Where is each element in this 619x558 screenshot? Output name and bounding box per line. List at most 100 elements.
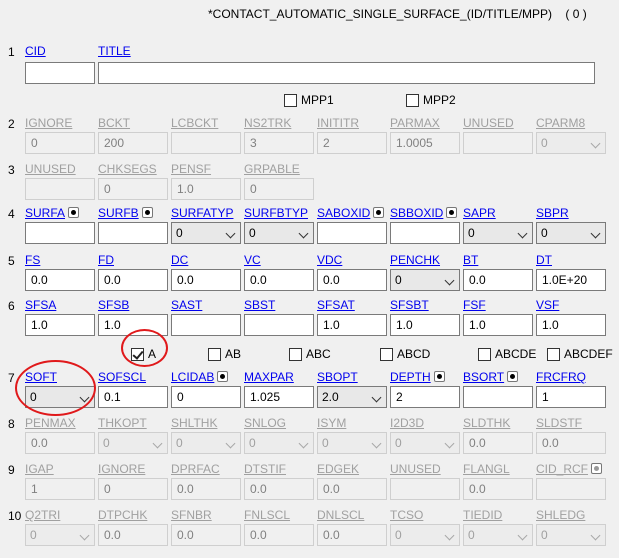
vdc-input[interactable]: 0.0	[317, 269, 387, 291]
chevron-down-icon	[298, 228, 309, 239]
label-sapr[interactable]: SAPR	[463, 206, 496, 220]
label-sast[interactable]: SAST	[171, 298, 202, 312]
label-bt[interactable]: BT	[463, 253, 478, 267]
dc-input[interactable]: 0.0	[171, 269, 241, 291]
label-saboxid[interactable]: SABOXID	[317, 206, 385, 220]
sfsa-input[interactable]: 1.0	[25, 314, 95, 336]
pick-icon[interactable]	[141, 207, 153, 218]
checkbox-box[interactable]	[547, 347, 560, 361]
fd-input[interactable]: 0.0	[98, 269, 168, 291]
soft-select[interactable]: 0	[25, 386, 95, 408]
checkbox-box[interactable]	[208, 347, 221, 361]
surfbtyp-select[interactable]: 0	[244, 222, 314, 244]
label-sbopt[interactable]: SBOPT	[317, 370, 358, 384]
frcfrq-input[interactable]: 1	[536, 386, 606, 408]
checkbox-box[interactable]	[478, 347, 491, 361]
label-text-shlthk: SHLTHK	[171, 416, 218, 430]
label-sfsat[interactable]: SFSAT	[317, 298, 355, 312]
checkbox-mpp1[interactable]: MPP1	[284, 93, 334, 107]
label-vdc[interactable]: VDC	[317, 253, 342, 267]
saboxid-input[interactable]	[317, 222, 387, 244]
fsf-input[interactable]: 1.0	[463, 314, 533, 336]
label-text-penchk: PENCHK	[390, 253, 441, 267]
checkbox-abcde[interactable]: ABCDE	[478, 347, 536, 361]
depth-input[interactable]: 2	[390, 386, 460, 408]
sbpr-select[interactable]: 0	[536, 222, 606, 244]
checkbox-abc[interactable]: ABC	[289, 347, 331, 361]
sofscl-input[interactable]: 0.1	[98, 386, 168, 408]
label-sofscl[interactable]: SOFSCL	[98, 370, 146, 384]
label-text-soft: SOFT	[25, 370, 57, 384]
sbst-input[interactable]	[244, 314, 314, 336]
label-title[interactable]: TITLE	[98, 44, 131, 58]
label-surfb[interactable]: SURFB	[98, 206, 153, 220]
sapr-select[interactable]: 0	[463, 222, 533, 244]
pick-icon[interactable]	[446, 207, 458, 218]
label-edgek: EDGEK	[317, 462, 359, 476]
label-cid[interactable]: CID	[25, 44, 46, 58]
label-vc[interactable]: VC	[244, 253, 261, 267]
label-sfsbt[interactable]: SFSBT	[390, 298, 429, 312]
penchk-select[interactable]: 0	[390, 269, 460, 291]
label-chksegs: CHKSEGS	[98, 162, 157, 176]
label-frcfrq[interactable]: FRCFRQ	[536, 370, 586, 384]
label-sbboxid[interactable]: SBBOXID	[390, 206, 458, 220]
pick-icon[interactable]	[507, 371, 519, 382]
sfsb-input[interactable]: 1.0	[98, 314, 168, 336]
checkbox-a[interactable]: A	[131, 347, 156, 361]
label-soft[interactable]: SOFT	[25, 370, 57, 384]
title-input[interactable]	[98, 62, 595, 84]
label-text-sast: SAST	[171, 298, 203, 312]
checkbox-abcd[interactable]: ABCD	[380, 347, 430, 361]
label-vsf[interactable]: VSF	[536, 298, 559, 312]
surfatyp-select[interactable]: 0	[171, 222, 241, 244]
label-depth[interactable]: DEPTH	[390, 370, 445, 384]
sast-input[interactable]	[171, 314, 241, 336]
label-fd[interactable]: FD	[98, 253, 114, 267]
checkbox-abcdef[interactable]: ABCDEF	[547, 347, 613, 361]
lcidab-input[interactable]: 0	[171, 386, 241, 408]
label-sfsb[interactable]: SFSB	[98, 298, 129, 312]
checkbox-box[interactable]	[380, 347, 393, 361]
checkbox-ab[interactable]: AB	[208, 347, 241, 361]
sfsbt-input[interactable]: 1.0	[390, 314, 460, 336]
label-sfsa[interactable]: SFSA	[25, 298, 56, 312]
checkbox-mpp2[interactable]: MPP2	[406, 93, 456, 107]
pick-icon[interactable]	[433, 371, 445, 382]
label-bsort[interactable]: BSORT	[463, 370, 519, 384]
vsf-input[interactable]: 1.0	[536, 314, 606, 336]
bt-input[interactable]: 0.0	[463, 269, 533, 291]
sbboxid-input[interactable]	[390, 222, 460, 244]
pick-icon[interactable]	[373, 207, 385, 218]
sfsat-input[interactable]: 1.0	[317, 314, 387, 336]
checkbox-box[interactable]	[406, 93, 419, 107]
label-text-chksegs: CHKSEGS	[98, 162, 157, 176]
label-fsf[interactable]: FSF	[463, 298, 486, 312]
dt-input[interactable]: 1.0E+20	[536, 269, 606, 291]
label-dc[interactable]: DC	[171, 253, 188, 267]
label-surfatyp[interactable]: SURFATYP	[171, 206, 233, 220]
label-surfa[interactable]: SURFA	[25, 206, 80, 220]
label-surfbtyp[interactable]: SURFBTYP	[244, 206, 308, 220]
chevron-down-icon	[517, 228, 528, 239]
label-fs[interactable]: FS	[25, 253, 40, 267]
vc-input[interactable]: 0.0	[244, 269, 314, 291]
cid-input[interactable]	[25, 62, 95, 84]
label-sbst[interactable]: SBST	[244, 298, 275, 312]
label-lcidab[interactable]: LCIDAB	[171, 370, 229, 384]
label-penchk[interactable]: PENCHK	[390, 253, 440, 267]
pick-icon[interactable]	[217, 371, 229, 382]
label-sbpr[interactable]: SBPR	[536, 206, 569, 220]
label-maxpar[interactable]: MAXPAR	[244, 370, 294, 384]
checkbox-box[interactable]	[131, 347, 144, 361]
fs-input[interactable]: 0.0	[25, 269, 95, 291]
label-dt[interactable]: DT	[536, 253, 552, 267]
maxpar-input[interactable]: 1.025	[244, 386, 314, 408]
checkbox-box[interactable]	[284, 93, 297, 107]
bsort-input[interactable]	[463, 386, 533, 408]
pick-icon[interactable]	[68, 207, 80, 218]
sbopt-select[interactable]: 2.0	[317, 386, 387, 408]
surfb-input[interactable]	[98, 222, 168, 244]
checkbox-box[interactable]	[289, 347, 302, 361]
surfa-input[interactable]	[25, 222, 95, 244]
